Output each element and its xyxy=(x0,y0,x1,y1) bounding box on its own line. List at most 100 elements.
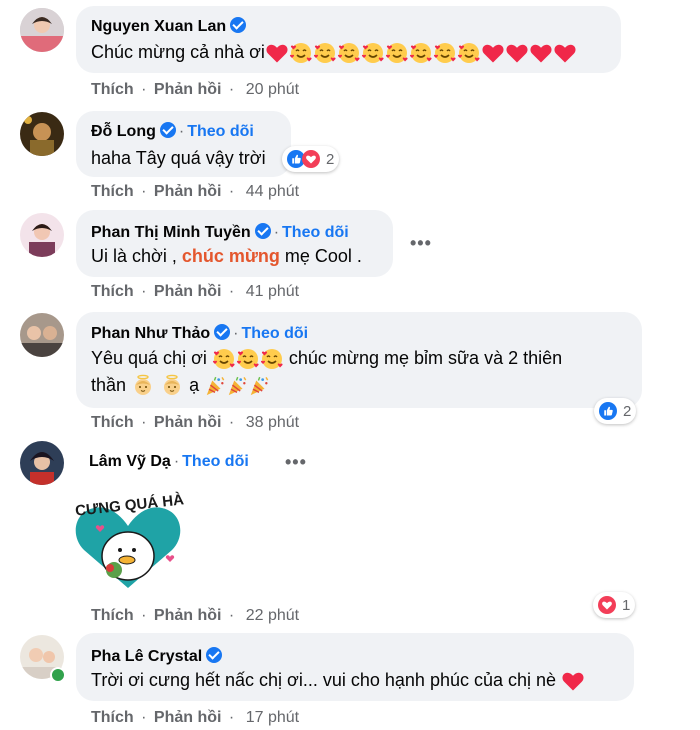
smiling-face-with-hearts-icon xyxy=(313,41,337,65)
like-button[interactable]: Thích xyxy=(91,607,134,624)
heart-icon xyxy=(598,596,616,614)
commenter-name[interactable]: Lâm Vỹ Dạ · Theo dõi xyxy=(89,453,249,471)
commenter-name[interactable]: Phan Thị Minh Tuyền · Theo dõi xyxy=(91,223,349,242)
follow-button[interactable]: Theo dõi xyxy=(187,123,254,140)
sticker[interactable]: CƯNG QUÁ HÀ xyxy=(70,488,190,598)
comment-text: thần ạ xyxy=(91,371,270,399)
heart-icon xyxy=(553,41,577,65)
reaction-summary[interactable]: 1 xyxy=(593,592,636,618)
separator: · xyxy=(228,709,235,726)
comment-text: Yêu quá chị ơi chúc mừng mẹ bỉm sữa và 2… xyxy=(91,344,562,372)
avatar-photo xyxy=(20,441,64,485)
reaction-summary[interactable]: 2 xyxy=(282,146,340,172)
party-popper-icon xyxy=(248,375,270,397)
avatar[interactable] xyxy=(20,112,64,156)
separator: · xyxy=(141,414,147,431)
heart-icon xyxy=(302,150,320,168)
smiling-face-with-hearts-icon xyxy=(212,347,236,371)
avatar[interactable] xyxy=(20,213,64,257)
reply-button[interactable]: Phản hồi xyxy=(154,709,222,726)
smiling-face-with-hearts-icon xyxy=(409,41,433,65)
comment-text: Chúc mừng cả nhà ơi xyxy=(91,38,577,66)
timestamp[interactable]: 44 phút xyxy=(246,183,299,200)
follow-button[interactable]: Theo dõi xyxy=(182,453,249,470)
follow-button[interactable]: Theo dõi xyxy=(241,325,308,342)
verified-badge-icon xyxy=(214,324,231,340)
baby-angel-icon xyxy=(160,374,184,398)
smiling-face-with-hearts-icon xyxy=(361,41,385,65)
smiling-face-with-hearts-icon xyxy=(433,41,457,65)
highlighted-text: chúc mừng xyxy=(181,246,280,266)
comment-actions: Thích · Phản hồi · 44 phút xyxy=(91,183,299,201)
avatar[interactable] xyxy=(20,441,64,485)
timestamp[interactable]: 20 phút xyxy=(246,81,299,98)
commenter-name[interactable]: Đỗ Long · Theo dõi xyxy=(91,122,254,141)
avatar-photo xyxy=(20,112,64,156)
heart-icon xyxy=(265,41,289,65)
reply-button[interactable]: Phản hồi xyxy=(154,81,222,98)
separator: · xyxy=(141,283,147,300)
smiling-face-with-hearts-icon xyxy=(260,347,284,371)
heart-icon xyxy=(561,669,585,693)
avatar-photo xyxy=(20,8,64,52)
reply-button[interactable]: Phản hồi xyxy=(154,414,222,431)
timestamp[interactable]: 41 phút xyxy=(246,283,299,300)
comment-text: Ui là chời , chúc mừng mẹ Cool . xyxy=(91,246,362,266)
timestamp[interactable]: 17 phút xyxy=(246,709,299,726)
avatar[interactable] xyxy=(20,8,64,52)
separator: · xyxy=(173,453,180,470)
avatar-photo xyxy=(20,313,64,357)
party-popper-icon xyxy=(226,375,248,397)
timestamp[interactable]: 22 phút xyxy=(246,607,299,624)
verified-badge-icon xyxy=(159,122,176,138)
reaction-summary[interactable]: 2 xyxy=(594,398,637,424)
like-button[interactable]: Thích xyxy=(91,81,134,98)
heart-icon xyxy=(505,41,529,65)
like-button[interactable]: Thích xyxy=(91,283,134,300)
commenter-name[interactable]: Pha Lê Crystal xyxy=(91,647,223,666)
reaction-count: 2 xyxy=(326,150,335,168)
more-options-button[interactable]: ••• xyxy=(410,233,432,254)
reply-button[interactable]: Phản hồi xyxy=(154,283,222,300)
separator: · xyxy=(228,183,235,200)
comment-text: Trời ơi cưng hết nấc chị ơi... vui cho h… xyxy=(91,666,585,694)
heart-icon xyxy=(529,41,553,65)
like-icon xyxy=(599,402,617,420)
reply-button[interactable]: Phản hồi xyxy=(154,183,222,200)
timestamp[interactable]: 38 phút xyxy=(246,414,299,431)
like-button[interactable]: Thích xyxy=(91,183,134,200)
more-options-button[interactable]: ••• xyxy=(285,452,307,473)
follow-button[interactable]: Theo dõi xyxy=(282,224,349,241)
comment-actions: Thích · Phản hồi · 22 phút xyxy=(91,607,299,625)
separator: · xyxy=(141,607,147,624)
separator: · xyxy=(228,283,235,300)
party-popper-icon xyxy=(204,375,226,397)
commenter-name[interactable]: Phan Như Thảo · Theo dõi xyxy=(91,324,308,343)
separator: · xyxy=(228,414,235,431)
commenter-name[interactable]: Nguyen Xuan Lan xyxy=(91,17,247,36)
reaction-count: 2 xyxy=(623,402,632,420)
separator: · xyxy=(178,123,185,140)
avatar[interactable] xyxy=(20,313,64,357)
like-button[interactable]: Thích xyxy=(91,414,134,431)
smiling-face-with-hearts-icon xyxy=(289,41,313,65)
reaction-count: 1 xyxy=(622,596,631,614)
reply-button[interactable]: Phản hồi xyxy=(154,607,222,624)
verified-badge-icon xyxy=(254,223,271,239)
smiling-face-with-hearts-icon xyxy=(385,41,409,65)
baby-angel-icon xyxy=(131,374,155,398)
comment-actions: Thích · Phản hồi · 17 phút xyxy=(91,709,299,727)
separator: · xyxy=(228,607,235,624)
separator: · xyxy=(141,81,147,98)
smiling-face-with-hearts-icon xyxy=(337,41,361,65)
smiling-face-with-hearts-icon xyxy=(457,41,481,65)
separator: · xyxy=(141,183,147,200)
separator: · xyxy=(233,325,239,342)
smiling-face-with-hearts-icon xyxy=(236,347,260,371)
online-status-indicator xyxy=(50,667,66,683)
separator: · xyxy=(228,81,235,98)
comment-actions: Thích · Phản hồi · 20 phút xyxy=(91,81,299,99)
comment-text: haha Tây quá vậy trời xyxy=(91,148,266,168)
heart-icon xyxy=(481,41,505,65)
like-button[interactable]: Thích xyxy=(91,709,134,726)
